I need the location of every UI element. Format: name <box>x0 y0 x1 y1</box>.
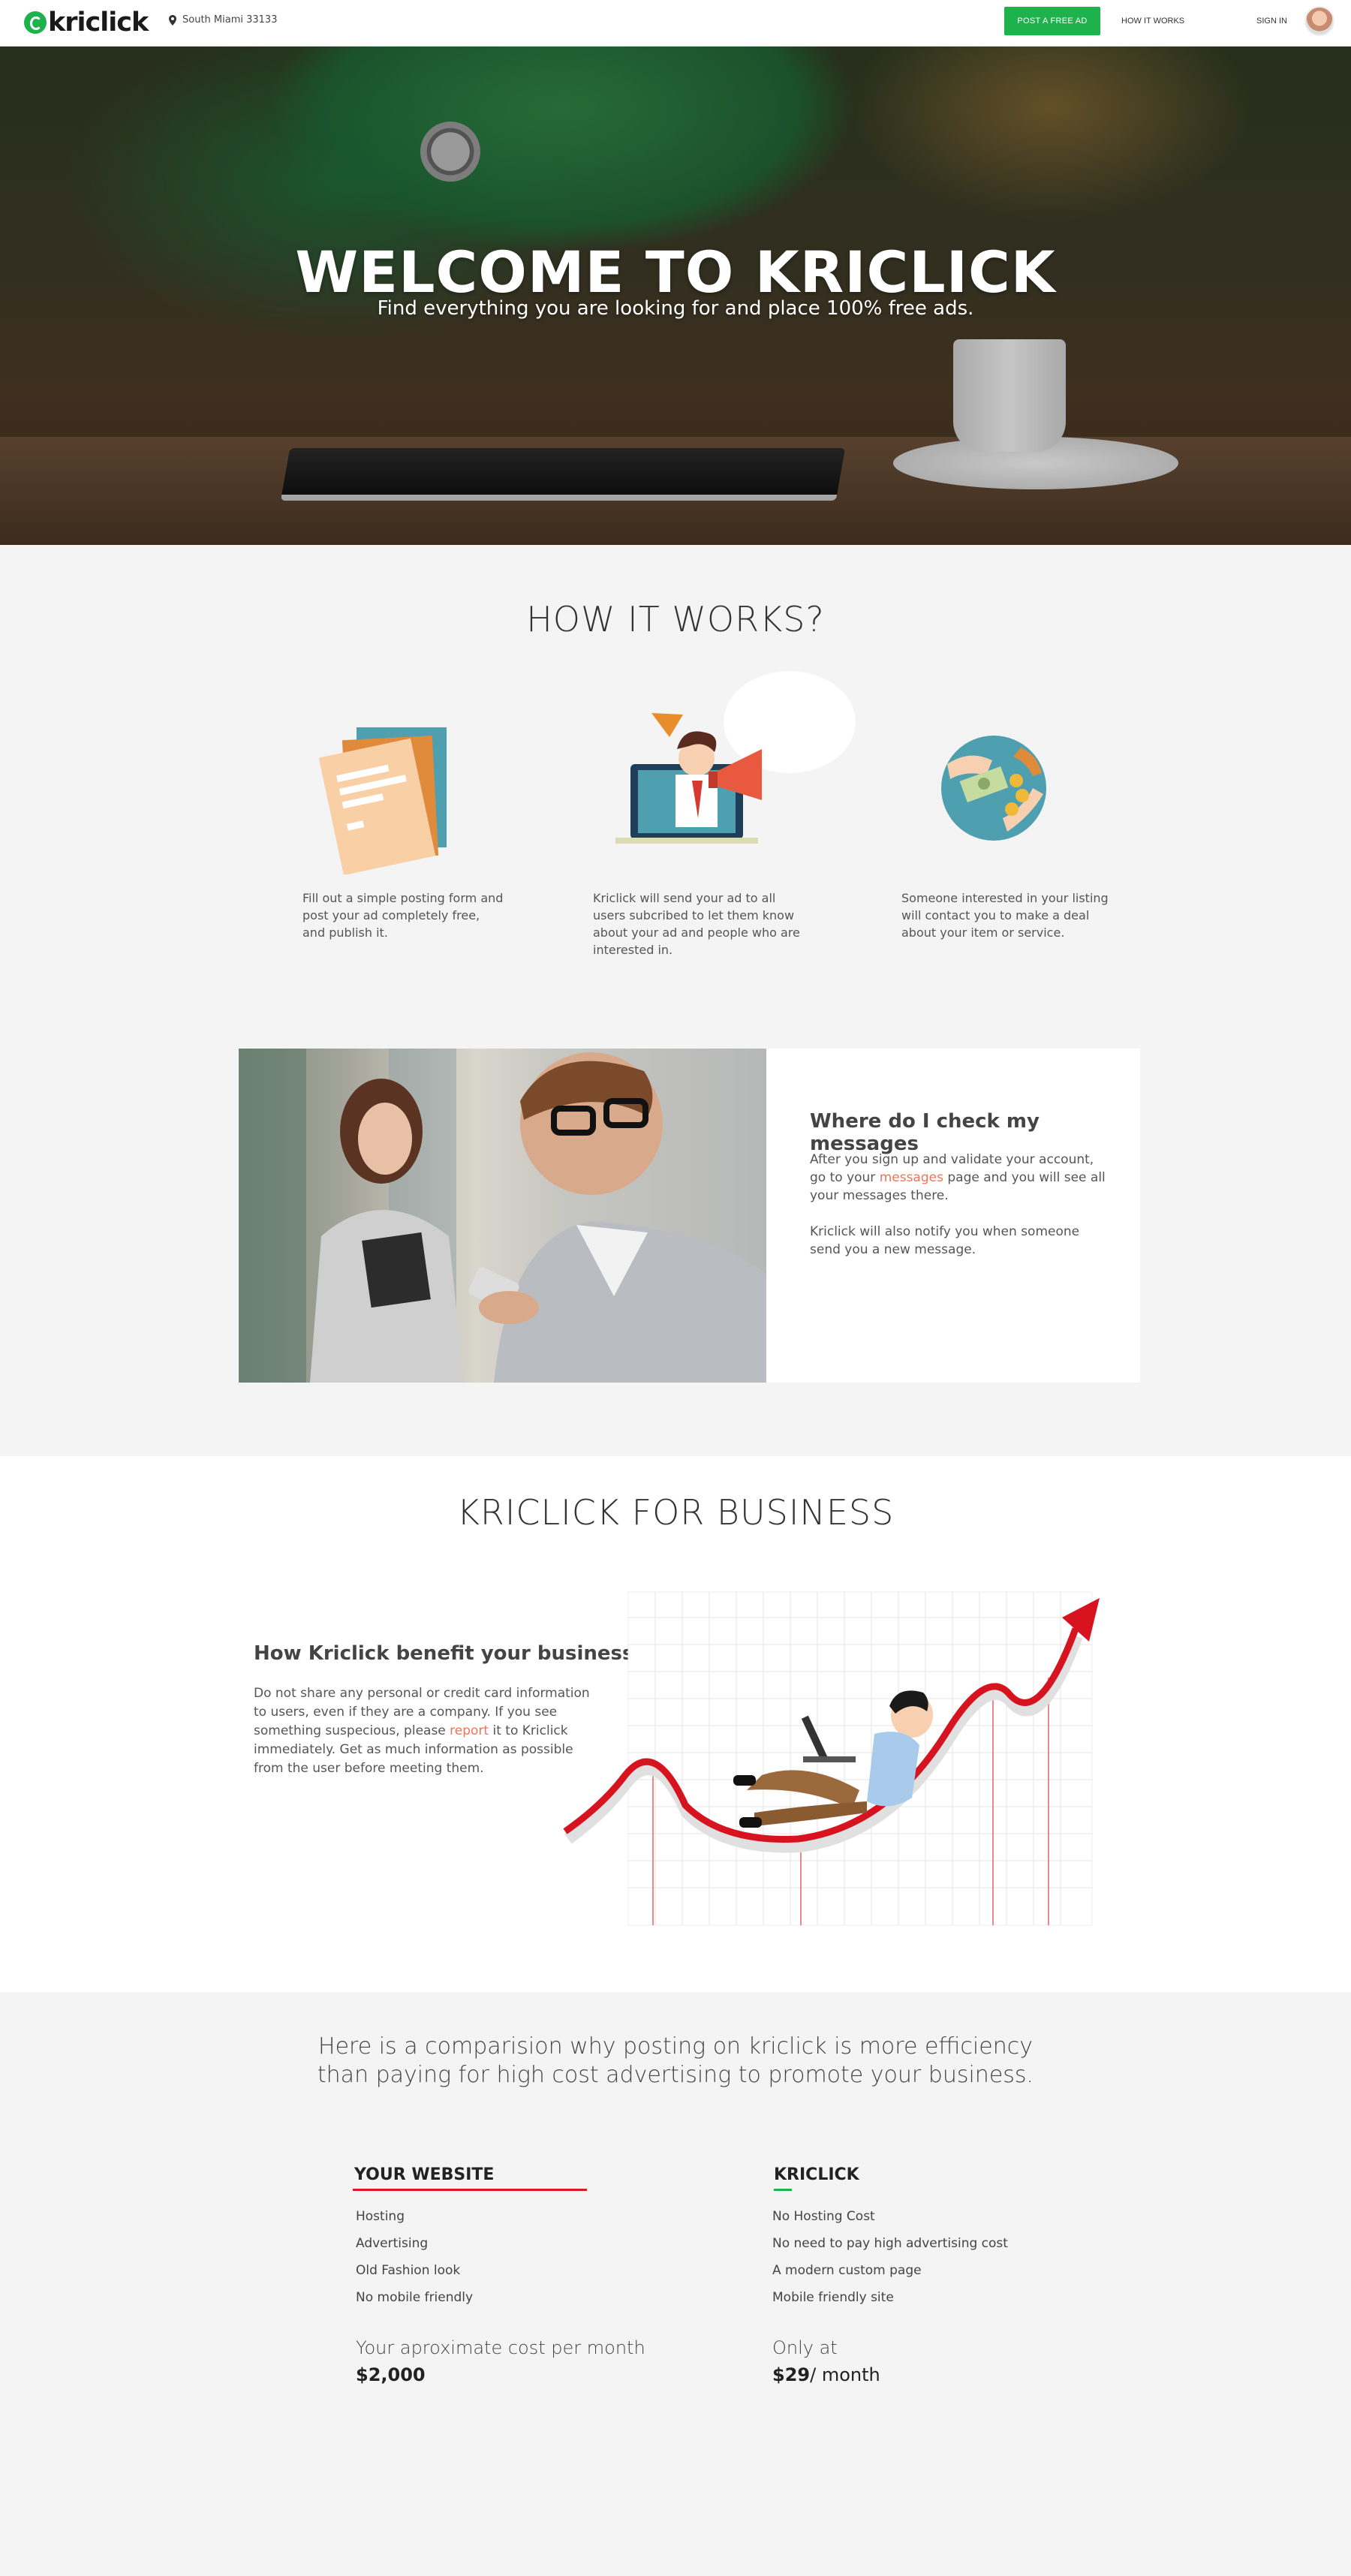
location-selector[interactable]: South Miami 33133 <box>169 14 277 26</box>
messages-title: Where do I check my messages <box>810 1110 1040 1155</box>
business-title: KRICLICK FOR BUSINESS <box>456 1492 895 1533</box>
messages-paragraph-1: After you sign up and validate your acco… <box>810 1151 1110 1205</box>
kriclick-cost-label: Only at <box>772 2337 838 2358</box>
report-link[interactable]: report <box>450 1723 489 1738</box>
megaphone-man-icon <box>615 671 856 844</box>
how-it-works-title: HOW IT WORKS? <box>526 599 825 639</box>
your-website-item: Hosting <box>356 2209 405 2224</box>
your-website-cost-label: Your aproximate cost per month <box>356 2337 645 2358</box>
step-3: Someone interested in your listing will … <box>901 889 1112 941</box>
kriclick-column-title: KRICLICK <box>774 2165 859 2184</box>
step-1-text: Fill out a simple posting form and post … <box>302 891 504 940</box>
map-pin-icon <box>169 14 176 26</box>
kriclick-cost-amount: $29 <box>772 2364 811 2385</box>
comparison-heading: Here is a comparision why posting on kri… <box>317 2033 1034 2088</box>
hero-title: WELCOME TO KRICLICK <box>295 239 1056 305</box>
hero-banner: WELCOME TO KRICLICK Find everything you … <box>0 47 1351 545</box>
your-website-item: Advertising <box>356 2236 429 2251</box>
your-website-item: Old Fashion look <box>356 2263 461 2278</box>
step-2-text: Kriclick will send your ad to all users … <box>593 891 800 957</box>
your-website-title: YOUR WEBSITE <box>354 2165 495 2184</box>
messages-photo <box>239 1049 766 1383</box>
hero-subtitle: Find everything you are looking for and … <box>377 297 974 320</box>
business-paragraph: Do not share any personal or credit card… <box>254 1684 591 1778</box>
messages-link[interactable]: messages <box>880 1170 943 1185</box>
site-header: kriclick South Miami 33133 POST A FREE A… <box>0 0 1351 47</box>
people-with-devices-image <box>239 1049 766 1383</box>
kriclick-item: No need to pay high advertising cost <box>772 2236 1008 2251</box>
kriclick-logo[interactable]: kriclick <box>24 8 149 38</box>
nav-sign-in[interactable]: SIGN IN <box>1256 17 1287 26</box>
messages-card: Where do I check my messages After you s… <box>766 1049 1140 1383</box>
your-website-cost-amount: $2,000 <box>356 2364 426 2385</box>
kriclick-item: Mobile friendly site <box>772 2290 894 2305</box>
growth-chart-illustration <box>563 1591 1100 1926</box>
kriclick-item: A modern custom page <box>772 2263 922 2278</box>
kriclick-underline <box>774 2189 792 2191</box>
your-website-item: No mobile friendly <box>356 2290 474 2305</box>
kriclick-cost-value: $29/ month <box>772 2364 880 2385</box>
documents-icon <box>318 727 447 874</box>
step-3-text: Someone interested in your listing will … <box>901 891 1109 940</box>
kriclick-cost-suffix: / month <box>810 2364 880 2385</box>
logo-text: kriclick <box>48 8 149 38</box>
logo-mark-icon <box>24 11 47 34</box>
user-avatar[interactable] <box>1304 6 1334 36</box>
kriclick-item: No Hosting Cost <box>772 2209 875 2224</box>
messages-paragraph-2: Kriclick will also notify you when someo… <box>810 1224 1080 1257</box>
your-website-cost-value: $2,000 <box>356 2364 426 2385</box>
nav-how-it-works[interactable]: HOW IT WORKS <box>1121 17 1184 26</box>
step-2: Kriclick will send your ad to all users … <box>593 889 805 958</box>
your-website-underline <box>353 2189 587 2191</box>
location-label: South Miami 33133 <box>182 14 278 26</box>
money-exchange-icon <box>941 736 1046 841</box>
step-1: Fill out a simple posting form and post … <box>302 889 505 941</box>
post-free-ad-button[interactable]: POST A FREE AD <box>1004 7 1100 35</box>
